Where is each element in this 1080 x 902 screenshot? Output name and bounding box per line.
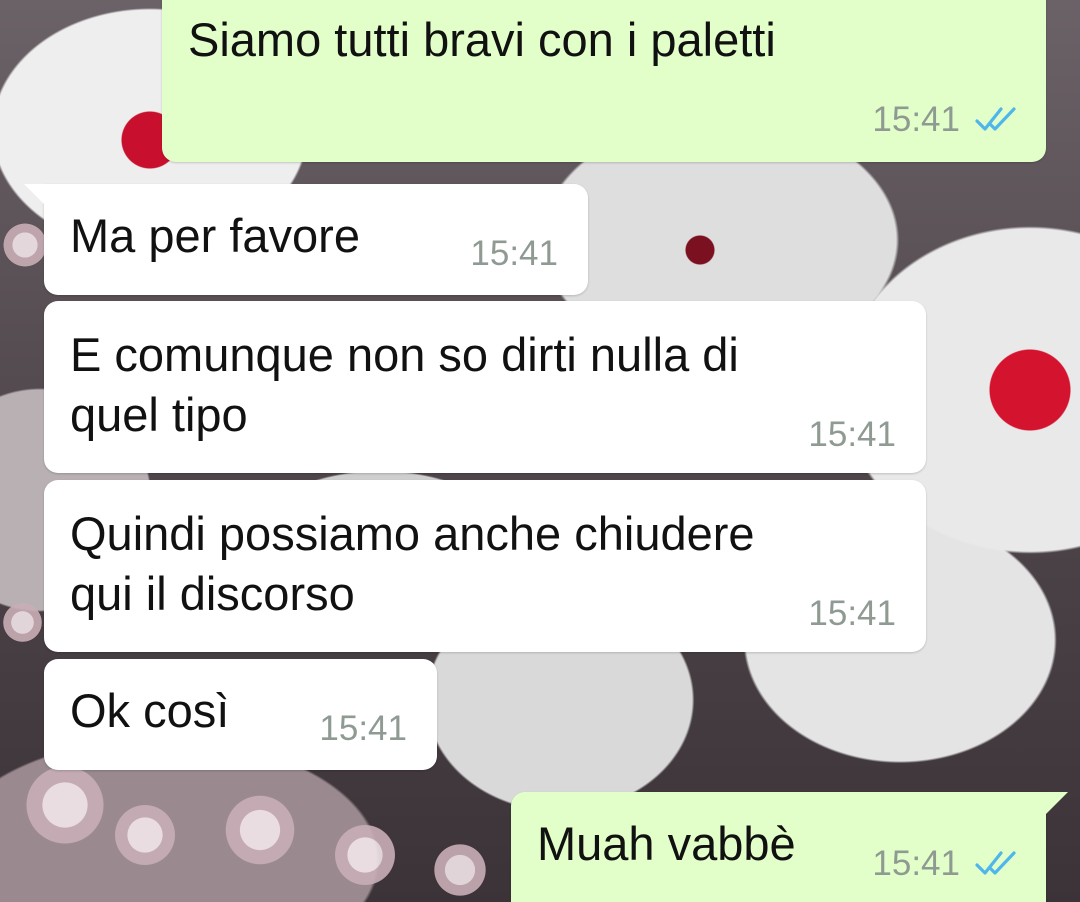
message-meta: 15:41 <box>470 234 558 274</box>
message-timestamp: 15:41 <box>872 100 960 139</box>
outgoing-message[interactable]: Muah vabbè 15:41 <box>511 792 1068 902</box>
bubble-tail <box>1042 792 1068 818</box>
message-text: Ok così <box>70 684 230 737</box>
message-meta: 15:41 <box>872 100 1020 140</box>
message-meta: 15:41 <box>808 594 896 634</box>
incoming-message[interactable]: Ok così 15:41 <box>44 659 437 770</box>
double-check-icon <box>975 107 1016 131</box>
message-text: quel tipo <box>70 388 248 441</box>
message-meta: 15:41 <box>319 709 407 749</box>
message-text: Ma per favore <box>70 209 360 262</box>
incoming-message[interactable]: Quindi possiamo anche chiudere qui il di… <box>44 480 926 652</box>
message-text: Quindi possiamo anche chiudere <box>70 507 755 560</box>
message-meta: 15:41 <box>872 844 1020 884</box>
message-text: qui il discorso <box>70 567 355 620</box>
message-list[interactable]: Siamo tutti bravi con i paletti 15:41 Ma… <box>0 0 1080 902</box>
message-text: Muah vabbè <box>537 817 796 870</box>
message-text: Siamo tutti bravi con i paletti <box>188 13 776 66</box>
message-meta: 15:41 <box>808 415 896 455</box>
message-timestamp: 15:41 <box>470 234 558 273</box>
message-timestamp: 15:41 <box>872 844 960 883</box>
outgoing-message[interactable]: Siamo tutti bravi con i paletti 15:41 <box>162 0 1046 162</box>
message-timestamp: 15:41 <box>808 594 896 633</box>
message-timestamp: 15:41 <box>808 415 896 454</box>
double-check-icon <box>975 851 1016 875</box>
message-text: E comunque non so dirti nulla di <box>70 328 739 381</box>
message-timestamp: 15:41 <box>319 709 407 748</box>
incoming-message[interactable]: Ma per favore 15:41 <box>24 184 588 295</box>
incoming-message[interactable]: E comunque non so dirti nulla di quel ti… <box>44 301 926 473</box>
bubble-tail <box>24 184 50 210</box>
